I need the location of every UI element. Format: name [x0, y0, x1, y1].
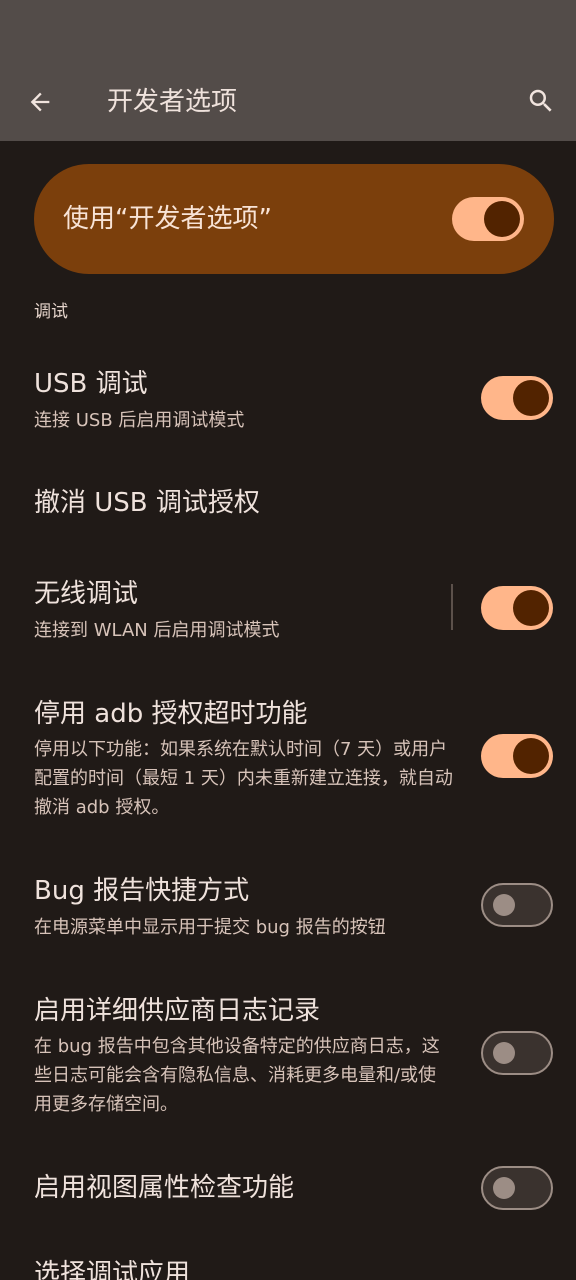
- setting-summary: 连接 USB 后启用调试模式: [34, 410, 245, 431]
- usb-debugging-toggle[interactable]: [481, 376, 553, 420]
- verbose-vendor-logging-toggle[interactable]: [481, 1031, 553, 1075]
- search-icon: [529, 89, 552, 112]
- setting-title: 无线调试: [34, 579, 139, 609]
- back-button[interactable]: [18, 80, 62, 124]
- search-button[interactable]: [519, 79, 563, 123]
- app-bar: 开发者选项: [0, 0, 576, 141]
- toggle-thumb: [493, 1177, 515, 1199]
- page-title: 开发者选项: [107, 87, 238, 117]
- developer-options-master-switch[interactable]: 使用“开发者选项”: [34, 164, 554, 274]
- setting-title: 停用 adb 授权超时功能: [34, 699, 308, 729]
- setting-row-verbose-vendor-logging[interactable]: 启用详细供应商日志记录 在 bug 报告中包含其他设备特定的供应商日志，这些日志…: [0, 987, 576, 1127]
- arrow-back-icon: [30, 92, 50, 112]
- toggle-thumb: [493, 1042, 515, 1064]
- master-switch-label: 使用“开发者选项”: [63, 204, 272, 234]
- setting-title: 撤消 USB 调试授权: [34, 488, 260, 518]
- setting-title: 选择调试应用: [34, 1259, 191, 1280]
- setting-row-bug-report-shortcut[interactable]: Bug 报告快捷方式 在电源菜单中显示用于提交 bug 报告的按钮: [0, 867, 576, 953]
- setting-title: 启用视图属性检查功能: [34, 1173, 295, 1203]
- setting-summary: 在 bug 报告中包含其他设备特定的供应商日志，这些日志可能会含有隐私信息、消耗…: [34, 1036, 440, 1115]
- setting-row-wireless-debugging[interactable]: 无线调试 连接到 WLAN 后启用调试模式: [0, 570, 576, 656]
- setting-summary: 连接到 WLAN 后启用调试模式: [34, 620, 280, 641]
- master-toggle[interactable]: [452, 197, 524, 241]
- setting-summary: 停用以下功能：如果系统在默认时间（7 天）或用户配置的时间（最短 1 天）内未重…: [34, 739, 453, 818]
- section-header-debugging: 调试: [34, 302, 68, 322]
- setting-title: 启用详细供应商日志记录: [34, 996, 321, 1026]
- toggle-thumb: [493, 894, 515, 916]
- wireless-debugging-toggle[interactable]: [481, 586, 553, 630]
- setting-row-usb-debugging[interactable]: USB 调试 连接 USB 后启用调试模式: [0, 360, 576, 446]
- vertical-divider: [451, 584, 453, 630]
- setting-row-view-attribute-inspection[interactable]: 启用视图属性检查功能: [0, 1160, 576, 1216]
- setting-title: USB 调试: [34, 369, 148, 399]
- bug-report-shortcut-toggle[interactable]: [481, 883, 553, 927]
- setting-summary: 在电源菜单中显示用于提交 bug 报告的按钮: [34, 917, 386, 938]
- toggle-thumb: [513, 590, 549, 626]
- toggle-thumb: [513, 380, 549, 416]
- toggle-thumb: [513, 738, 549, 774]
- setting-row-select-debug-app[interactable]: 选择调试应用: [0, 1250, 576, 1280]
- setting-row-revoke-usb-authorizations[interactable]: 撤消 USB 调试授权: [0, 478, 576, 534]
- disable-adb-timeout-toggle[interactable]: [481, 734, 553, 778]
- setting-title: Bug 报告快捷方式: [34, 876, 250, 906]
- view-attribute-inspection-toggle[interactable]: [481, 1166, 553, 1210]
- toggle-thumb: [484, 201, 520, 237]
- setting-row-disable-adb-timeout[interactable]: 停用 adb 授权超时功能 停用以下功能：如果系统在默认时间（7 天）或用户配置…: [0, 690, 576, 830]
